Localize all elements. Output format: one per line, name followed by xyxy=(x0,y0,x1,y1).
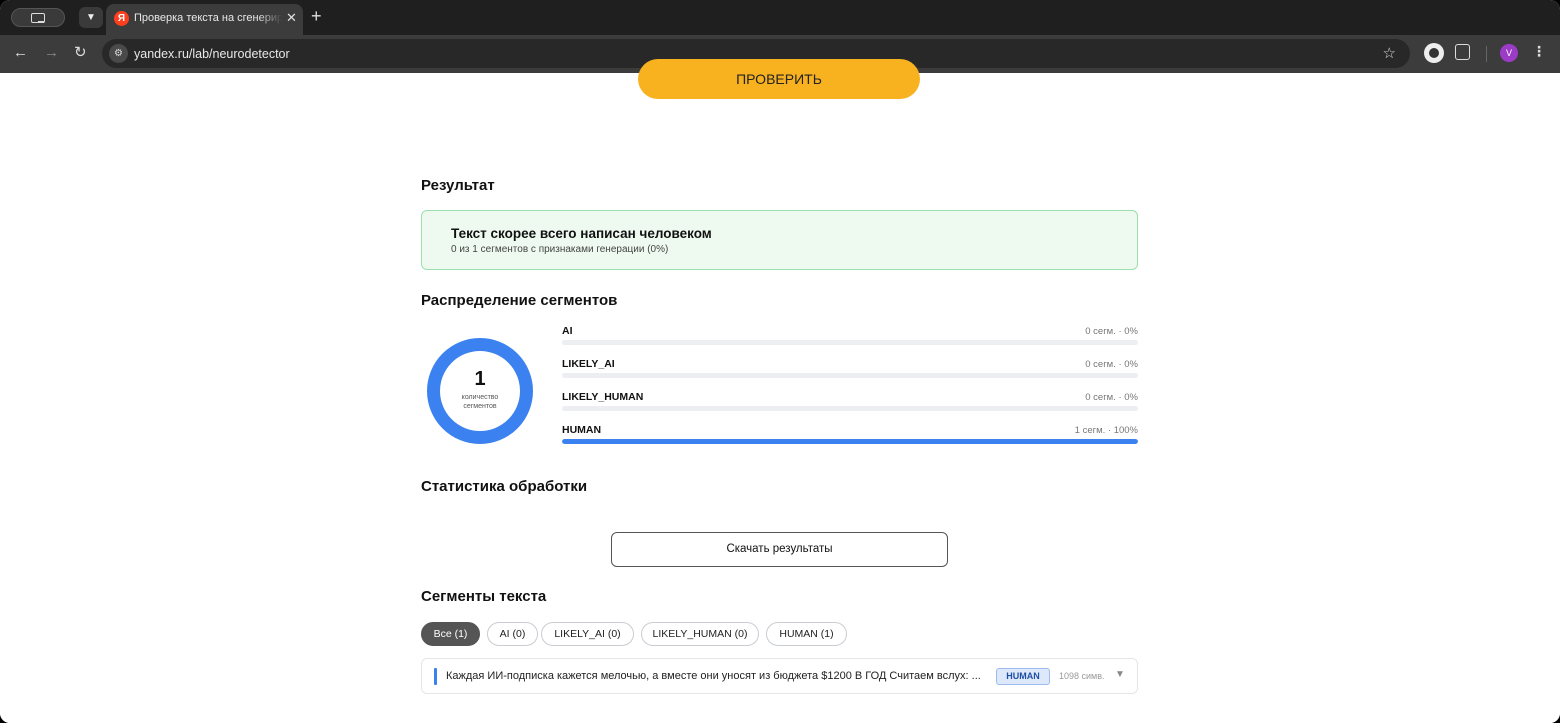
bar-label: LIKELY_HUMAN xyxy=(562,391,644,403)
bar-row-likely-human: LIKELY_HUMAN 0 сегм. · 0% xyxy=(562,391,1138,411)
segment-row[interactable]: Каждая ИИ-подписка кажется мелочью, а вм… xyxy=(421,658,1138,694)
bookmark-star-icon[interactable]: ☆ xyxy=(1383,44,1396,62)
bar-value: 0 сегм. · 0% xyxy=(1085,392,1138,403)
extensions-puzzle-icon[interactable] xyxy=(1455,44,1470,60)
bar-row-human: HUMAN 1 сегм. · 100% xyxy=(562,424,1138,444)
browser-window: ▼ Я Проверка текста на сгенерированность… xyxy=(0,0,1560,723)
tab-list-button[interactable]: ▼ xyxy=(79,7,103,28)
tab-search-button[interactable] xyxy=(11,8,65,27)
bar-label: AI xyxy=(562,325,573,337)
segments-heading: Сегменты текста xyxy=(421,588,547,605)
check-button[interactable]: ПРОВЕРИТЬ xyxy=(638,59,920,99)
back-icon[interactable]: ← xyxy=(13,44,28,62)
bar-value: 0 сегм. · 0% xyxy=(1085,359,1138,370)
donut-label: количество сегментов xyxy=(461,394,499,410)
bar-track xyxy=(562,439,1138,444)
page-content: ПРОВЕРИТЬ Результат Текст скорее всего н… xyxy=(0,59,1560,723)
chevron-down-icon: ▼ xyxy=(86,12,96,23)
filter-chip[interactable]: Все (1) xyxy=(421,622,480,646)
yandex-favicon-icon: Я xyxy=(114,11,129,26)
result-heading: Результат xyxy=(421,177,495,194)
bar-value: 1 сегм. · 100% xyxy=(1074,425,1138,436)
bar-value: 0 сегм. · 0% xyxy=(1085,326,1138,337)
bar-track xyxy=(562,373,1138,378)
bar-track xyxy=(562,340,1138,345)
bar-row-likely-ai: LIKELY_AI 0 сегм. · 0% xyxy=(562,358,1138,378)
extension-icon[interactable] xyxy=(1424,43,1444,63)
bar-label: HUMAN xyxy=(562,424,602,436)
tab-title: Проверка текста на сгенерированность xyxy=(134,12,282,24)
segments-donut-chart: 1 количество сегментов xyxy=(427,338,533,444)
donut-total: 1 xyxy=(474,368,486,390)
result-subtitle: 0 из 1 сегментов с признаками генерации … xyxy=(451,244,669,255)
site-settings-icon[interactable]: ⚙ xyxy=(109,44,128,63)
segment-color-marker xyxy=(434,668,437,685)
forward-icon[interactable]: → xyxy=(44,44,59,62)
window-icon xyxy=(31,13,45,23)
bar-row-ai: AI 0 сегм. · 0% xyxy=(562,325,1138,345)
kebab-menu-icon[interactable]: ⋮ xyxy=(1532,43,1546,60)
stats-heading: Статистика обработки xyxy=(421,478,588,495)
result-card: Текст скорее всего написан человеком 0 и… xyxy=(421,210,1138,270)
close-tab-icon[interactable]: ✕ xyxy=(286,11,297,25)
url-text: yandex.ru/lab/neurodetector xyxy=(134,47,290,61)
segment-text: Каждая ИИ-подписка кажется мелочью, а вм… xyxy=(446,670,981,682)
segment-length: 1098 симв. xyxy=(1059,671,1105,681)
reload-icon[interactable]: ↻ xyxy=(74,44,87,62)
expand-caret-icon[interactable]: ▼ xyxy=(1115,669,1125,680)
filter-chip[interactable]: LIKELY_AI (0) xyxy=(541,622,634,646)
filter-chip[interactable]: LIKELY_HUMAN (0) xyxy=(641,622,759,646)
new-tab-button[interactable]: + xyxy=(311,6,322,26)
filter-chip[interactable]: AI (0) xyxy=(487,622,538,646)
browser-tab[interactable]: Я Проверка текста на сгенерированность ✕ xyxy=(106,4,303,35)
profile-avatar[interactable]: V xyxy=(1500,44,1518,62)
tab-strip: ▼ Я Проверка текста на сгенерированность… xyxy=(0,0,1560,35)
download-results-button[interactable]: Скачать результаты xyxy=(611,532,948,567)
distribution-heading: Распределение сегментов xyxy=(421,292,618,309)
toolbar-divider xyxy=(1486,46,1487,62)
bar-fill xyxy=(562,439,1138,444)
filter-chip[interactable]: HUMAN (1) xyxy=(766,622,847,646)
bar-label: LIKELY_AI xyxy=(562,358,615,370)
result-title: Текст скорее всего написан человеком xyxy=(451,226,712,241)
bar-track xyxy=(562,406,1138,411)
segment-class-badge: HUMAN xyxy=(996,668,1050,685)
